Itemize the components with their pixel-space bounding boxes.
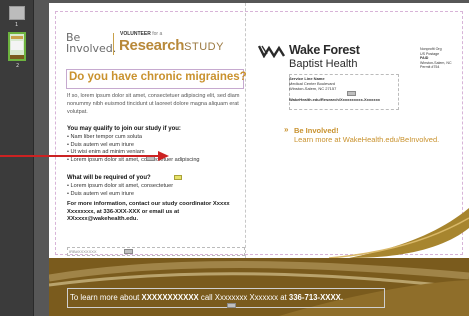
band-phone: 336-713-XXXX. (288, 293, 344, 302)
postage-line: Permit #754 (420, 65, 440, 70)
page-number-2: 2 (16, 63, 20, 69)
learn-more-text: Learn more at WakeHealth.edu/BeInvolved. (294, 135, 440, 144)
fold-line (245, 3, 246, 258)
qualify-heading[interactable]: You may qualify to join our study if you… (67, 126, 181, 132)
wake-forest-logo-icon (258, 45, 286, 58)
address-line: WakeHealth.edu/Research/Xxxxxxxxxx-Xxxxx… (289, 96, 381, 102)
intro-paragraph[interactable]: If so, lorem ipsum dolor sit amet, conse… (67, 93, 243, 116)
page-thumbnail-2-selected[interactable] (8, 32, 26, 61)
logo-divider (113, 33, 114, 55)
band-study-name: XXXXXXXXXXX (141, 293, 199, 302)
brand-name: Wake Forest (289, 43, 360, 57)
band-call-to-action[interactable]: To learn more about XXXXXXXXXXX call Xxx… (67, 288, 385, 308)
band-mid: call Xxxxxxxx Xxxxxxx at (200, 293, 287, 302)
list-item: Nam liber tempor cum soluta (67, 134, 243, 142)
thumbnail-band (10, 55, 24, 59)
list-item: Lorem ipsum dolor sit amet, consectetuer (67, 183, 243, 191)
frame-tag[interactable] (347, 91, 356, 96)
logo-involved-text: Involved. (66, 42, 117, 55)
page-number-1: 1 (15, 22, 19, 28)
annotation-arrow-icon (0, 151, 169, 161)
logo-research-study: ResearchSTUDY (119, 38, 224, 55)
required-list[interactable]: Lorem ipsum dolor sit amet, consectetuer… (67, 183, 243, 198)
indesign-workspace: 1 2 Be Involved. VOLUNTEER for a Researc… (0, 0, 469, 316)
headline-text-frame[interactable]: Do you have chronic migraines? (66, 69, 247, 89)
thumbnail-body (11, 41, 23, 50)
required-heading[interactable]: What will be required of you? (67, 175, 151, 181)
contact-paragraph[interactable]: For more information, contact our study … (67, 201, 245, 224)
brand-subtitle: Baptist Health (289, 58, 358, 70)
page-thumbnail-1[interactable] (9, 6, 25, 20)
double-chevron-icon: » (284, 125, 289, 134)
study-text: STUDY (184, 41, 224, 53)
frame-tag[interactable] (227, 303, 236, 308)
return-address: Service Line Name Medical Center Bouleva… (289, 76, 399, 102)
frame-tag[interactable] (124, 249, 133, 254)
band-prefix: To learn more about (70, 293, 140, 302)
list-item: Duis autem vel eum iriure (67, 191, 243, 199)
thumbnail-header (11, 36, 23, 39)
be-involved-heading: Be Involved! (294, 126, 339, 135)
note-tag[interactable] (174, 175, 182, 180)
be-involved-logo: Be Involved. (66, 32, 116, 54)
be-involved-callout[interactable]: Be Involved! Learn more at WakeHealth.ed… (294, 126, 439, 144)
postage-indicia[interactable]: Nonprofit Org US Postage PAID Winston-Sa… (420, 47, 466, 70)
list-item: Duis autem vel eum iriure (67, 142, 243, 150)
irb-text-frame[interactable]: IRB#XXXXXXX (67, 247, 245, 256)
research-text: Research (119, 37, 185, 54)
